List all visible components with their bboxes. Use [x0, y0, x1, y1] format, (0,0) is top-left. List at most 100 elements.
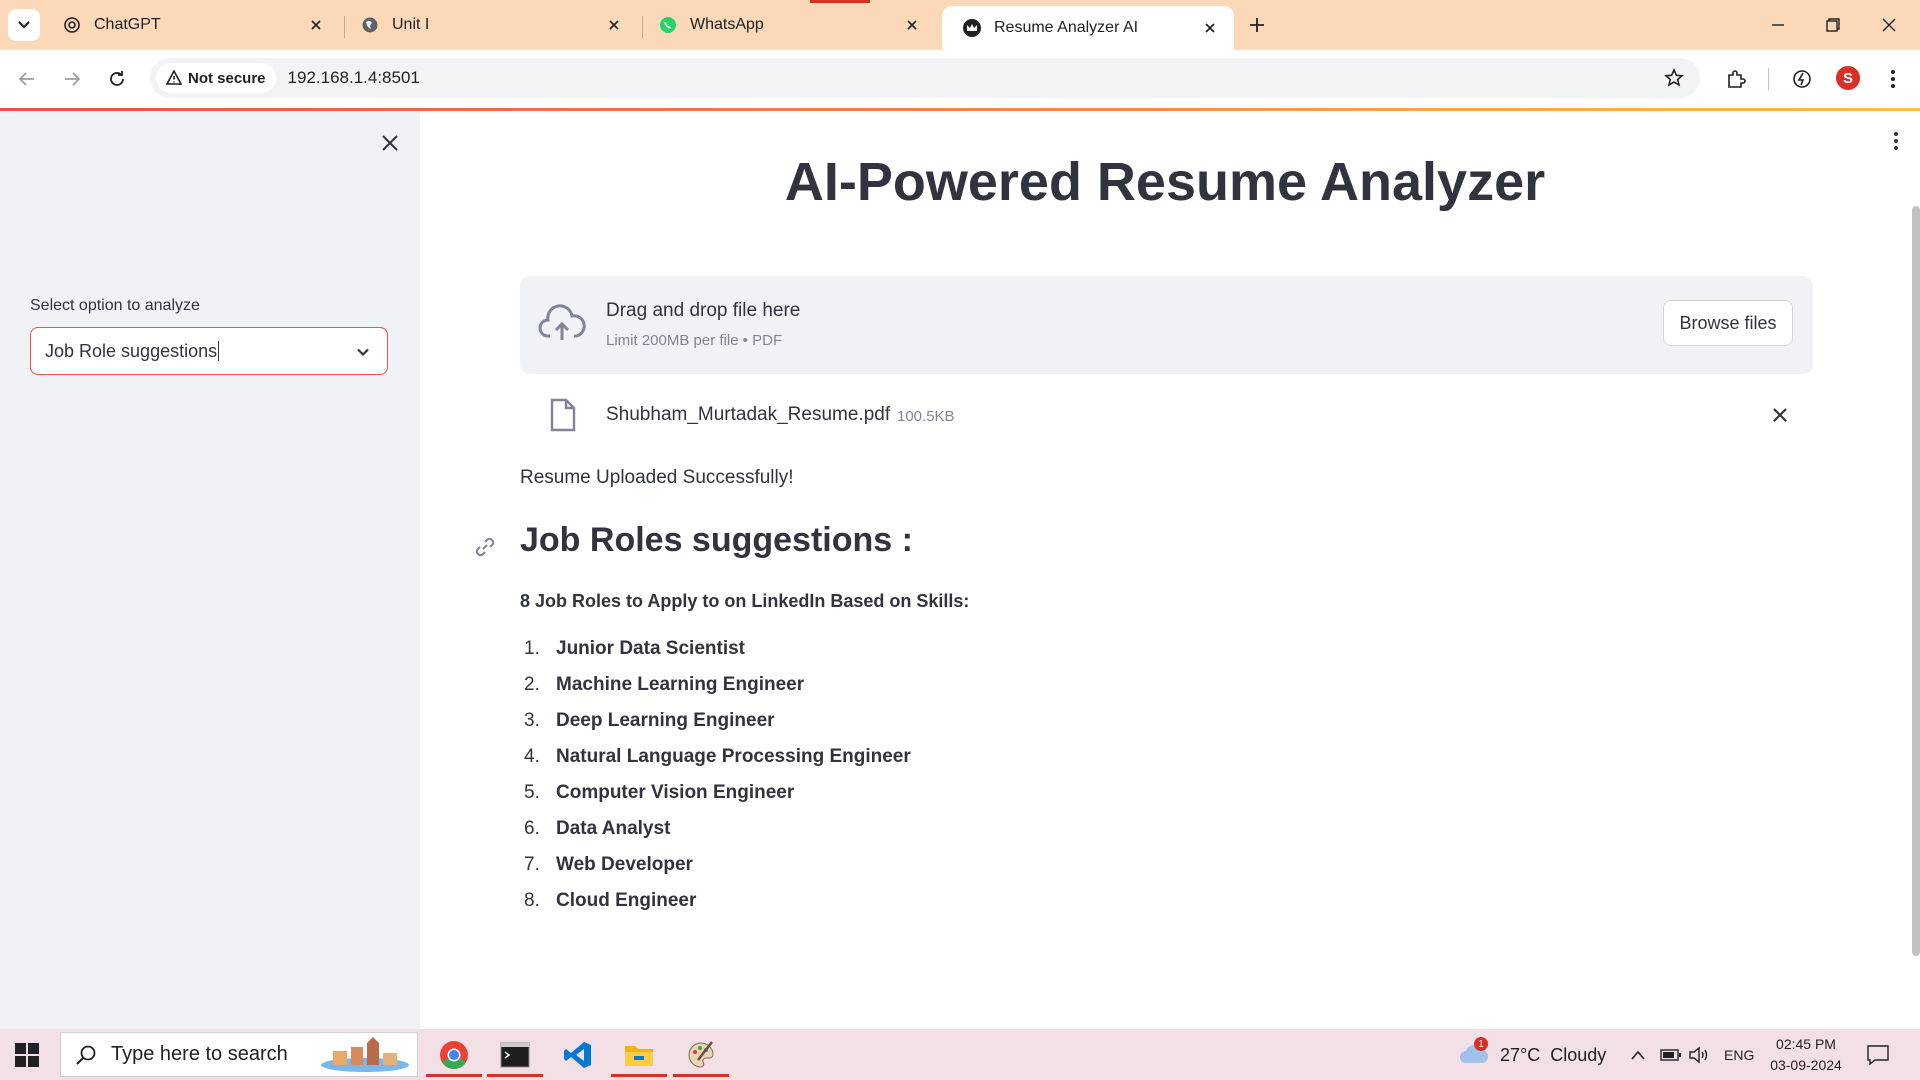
list-number: 5. [524, 782, 540, 803]
cloud-icon: 1 [1458, 1037, 1490, 1067]
active-indicator [673, 1074, 729, 1077]
taskbar-vscode[interactable] [548, 1032, 608, 1077]
clock-time: 02:45 PM [1776, 1036, 1836, 1052]
folder-icon [625, 1045, 653, 1066]
app-menu-button[interactable] [1886, 129, 1906, 153]
list-item: 8. Cloud Engineer [520, 883, 911, 919]
tab-title: Unit I [392, 16, 430, 33]
section-heading: Job Roles suggestions : [520, 521, 913, 559]
browser-tab-strip: ChatGPT Unit I WhatsApp Resume Analyzer … [0, 0, 1920, 50]
globe-icon [360, 15, 380, 35]
battery-indicator[interactable] [1660, 1042, 1682, 1068]
chevron-down-icon[interactable] [353, 342, 373, 362]
main-content: AI-Powered Resume Analyzer Drag and drop… [420, 111, 1920, 1029]
list-number: 2. [524, 674, 540, 695]
restore-icon [1826, 18, 1840, 32]
taskbar-search[interactable]: Type here to search [60, 1032, 418, 1077]
restore-button[interactable] [1820, 12, 1846, 38]
system-clock[interactable]: 02:45 PM 03-09-2024 [1764, 1034, 1848, 1076]
analysis-option-select[interactable]: Job Role suggestions [30, 327, 388, 375]
file-name: Shubham_Murtadak_Resume.pdf [606, 404, 891, 425]
link-icon[interactable] [472, 534, 498, 560]
taskbar-chrome[interactable] [424, 1032, 484, 1077]
extensions-button[interactable] [1723, 66, 1749, 92]
bookmark-button[interactable] [1662, 66, 1686, 90]
uploaded-file-row: Shubham_Murtadak_Resume.pdf 100.5KB [520, 394, 1813, 444]
job-roles-list: 1. Junior Data Scientist 2. Machine Learni… [520, 631, 911, 919]
tab-chatgpt[interactable]: ChatGPT [42, 4, 340, 46]
taskbar-file-explorer[interactable] [609, 1032, 669, 1077]
text-cursor [218, 341, 220, 361]
minimize-button[interactable] [1765, 12, 1791, 38]
kebab-menu-icon [1891, 70, 1895, 88]
close-icon[interactable] [902, 15, 922, 35]
profile-avatar[interactable]: S [1836, 66, 1860, 90]
warning-icon [166, 70, 182, 85]
toolbar-separator [1768, 68, 1769, 90]
notifications-button[interactable] [1866, 1042, 1890, 1068]
tab-resume-analyzer[interactable]: Resume Analyzer AI [942, 6, 1234, 50]
list-number: 4. [524, 746, 540, 767]
upload-success-message: Resume Uploaded Successfully! [520, 467, 794, 488]
site-info-button[interactable]: Not secure [156, 63, 276, 93]
whatsapp-icon [658, 15, 678, 35]
sidebar: Select option to analyze Job Role sugges… [0, 111, 420, 1029]
browser-menu-button[interactable] [1880, 66, 1906, 92]
speaker-icon [1689, 1046, 1708, 1064]
scrollbar[interactable] [1912, 206, 1920, 956]
forward-button[interactable] [59, 66, 85, 92]
terminal-icon [500, 1042, 530, 1067]
tab-activity-indicator [810, 0, 870, 3]
address-bar[interactable]: Not secure 192.168.1.4:8501 [150, 58, 1700, 98]
active-indicator [487, 1074, 543, 1077]
clock-date: 03-09-2024 [1770, 1057, 1842, 1073]
window-close-button[interactable] [1876, 12, 1902, 38]
back-button[interactable] [14, 66, 40, 92]
page-title: AI-Powered Resume Analyzer [784, 152, 1546, 212]
volume-indicator[interactable] [1688, 1042, 1710, 1068]
close-icon[interactable] [306, 15, 326, 35]
roles-subheading: 8 Job Roles to Apply to on LinkedIn Base… [520, 591, 970, 611]
reload-icon [110, 71, 124, 86]
tab-title: ChatGPT [94, 16, 161, 33]
tab-search-button[interactable] [8, 9, 40, 41]
list-number: 1. [524, 638, 540, 659]
close-icon[interactable] [1200, 18, 1220, 38]
close-icon[interactable] [604, 15, 624, 35]
arrow-left-icon [18, 72, 34, 86]
remove-file-button[interactable] [1767, 402, 1793, 428]
weather-widget[interactable]: 1 27°C Cloudy [1458, 1037, 1606, 1068]
plus-icon [1250, 18, 1264, 32]
close-icon [1773, 408, 1787, 422]
tray-overflow-button[interactable] [1630, 1042, 1646, 1068]
battery-icon [1660, 1049, 1681, 1061]
list-item: 5. Computer Vision Engineer [520, 775, 911, 811]
role-name: Machine Learning Engineer [556, 674, 805, 695]
close-icon [1882, 18, 1896, 32]
tab-whatsapp[interactable]: WhatsApp [638, 4, 936, 46]
role-name: Junior Data Scientist [556, 638, 745, 659]
taskbar-terminal[interactable] [485, 1032, 545, 1077]
file-size: 100.5KB [897, 408, 955, 425]
chrome-icon [440, 1040, 468, 1069]
browse-files-button[interactable]: Browse files [1663, 300, 1793, 346]
search-highlight-illustration [321, 1037, 409, 1072]
security-label: Not secure [188, 69, 266, 87]
tab-unit-i[interactable]: Unit I [340, 4, 638, 46]
language-indicator[interactable]: ENG [1724, 1042, 1754, 1068]
taskbar-paint[interactable] [671, 1032, 731, 1077]
streamlit-crown-icon [962, 18, 982, 38]
sidebar-collapse-button[interactable] [378, 131, 402, 155]
active-indicator [611, 1074, 667, 1077]
new-tab-button[interactable] [1245, 13, 1269, 37]
star-icon [1664, 68, 1684, 87]
performance-button[interactable] [1789, 66, 1815, 92]
weather-badge: 1 [1474, 1037, 1488, 1051]
url-text[interactable]: 192.168.1.4:8501 [288, 68, 420, 88]
reload-button[interactable] [104, 66, 130, 92]
file-dropzone[interactable]: Drag and drop file here Limit 200MB per … [520, 276, 1813, 374]
windows-start-icon[interactable] [14, 1042, 40, 1068]
puzzle-icon [1728, 70, 1746, 88]
minimize-icon [1772, 24, 1784, 26]
arrow-right-icon [65, 72, 81, 86]
